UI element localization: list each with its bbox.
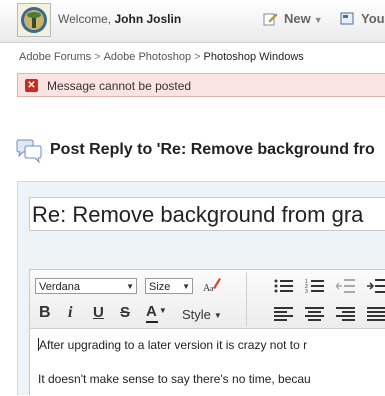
underline-icon[interactable]: U (93, 304, 104, 321)
strikethrough-icon[interactable]: S (120, 304, 130, 321)
chevron-down-icon: ▼ (182, 282, 190, 291)
align-left-icon[interactable] (274, 307, 294, 325)
error-banner: ✕ Message cannot be posted (17, 73, 385, 97)
toolbar-divider (246, 272, 247, 326)
chevron-down-icon: ▼ (126, 282, 134, 291)
subject-input[interactable]: Re: Remove background from gra (29, 197, 385, 231)
rich-text-editor: Verdana ▼ Size ▼ A a B i U S A▼ Style▼ (29, 269, 385, 396)
align-right-icon[interactable] (336, 307, 356, 325)
document-icon (340, 11, 355, 29)
content-line: After upgrading to a later version it is… (38, 338, 307, 352)
error-message: Message cannot be posted (47, 79, 192, 93)
breadcrumb-item-adobe-photoshop[interactable]: Adobe Photoshop (104, 51, 191, 63)
italic-icon[interactable]: i (68, 304, 72, 322)
error-icon: ✕ (25, 79, 38, 92)
indent-icon[interactable] (367, 278, 385, 298)
speech-bubbles-icon (15, 139, 43, 168)
chevron-down-icon: ▼ (313, 15, 323, 25)
align-justify-icon[interactable] (367, 307, 385, 325)
avatar[interactable] (17, 3, 51, 37)
bold-icon[interactable]: B (39, 304, 51, 322)
editor-content-area[interactable]: After upgrading to a later version it is… (30, 329, 385, 396)
font-family-select[interactable]: Verdana ▼ (35, 278, 137, 294)
editor-toolbar: Verdana ▼ Size ▼ A a B i U S A▼ Style▼ (30, 270, 385, 329)
svg-text:a: a (210, 284, 214, 293)
page-title: Post Reply to 'Re: Remove background fro (50, 141, 375, 158)
breadcrumb: Adobe Forums > Adobe Photoshop > Photoshop W… (19, 51, 304, 63)
breadcrumb-item-photoshop-windows[interactable]: Photoshop Windows (204, 51, 304, 63)
clear-format-icon[interactable]: A a (202, 276, 222, 298)
content-line: It doesn't make sense to say there's no … (38, 372, 311, 386)
style-label: Style (182, 307, 211, 322)
outdent-icon[interactable] (334, 278, 356, 298)
align-center-icon[interactable] (305, 307, 325, 325)
style-menu-button[interactable]: Style ▼ (182, 307, 222, 322)
top-user-bar: Welcome, John Joslin New▼ Your (0, 0, 385, 43)
user-name-link[interactable]: John Joslin (114, 12, 181, 26)
your-menu-button[interactable]: Your (340, 11, 385, 29)
font-size-select[interactable]: Size ▼ (145, 278, 193, 294)
bulleted-list-icon[interactable] (274, 278, 294, 298)
welcome-text: Welcome, John Joslin (58, 12, 181, 26)
numbered-list-icon[interactable]: 1 2 3 (305, 278, 325, 298)
breadcrumb-separator: > (194, 51, 201, 63)
new-label: New (284, 11, 311, 26)
svg-text:3: 3 (305, 289, 308, 294)
new-menu-button[interactable]: New ▼ (263, 11, 323, 29)
text-color-icon[interactable]: A ▼ (146, 303, 167, 323)
pencil-icon (263, 11, 278, 29)
font-family-value: Verdana (39, 281, 80, 293)
breadcrumb-item-adobe-forums[interactable]: Adobe Forums (19, 51, 91, 63)
welcome-prefix: Welcome, (58, 12, 112, 26)
breadcrumb-separator: > (94, 51, 101, 63)
your-label: Your (361, 11, 385, 26)
content-line-text: After upgrading to a later version it is… (39, 338, 308, 352)
font-size-value: Size (149, 281, 171, 293)
